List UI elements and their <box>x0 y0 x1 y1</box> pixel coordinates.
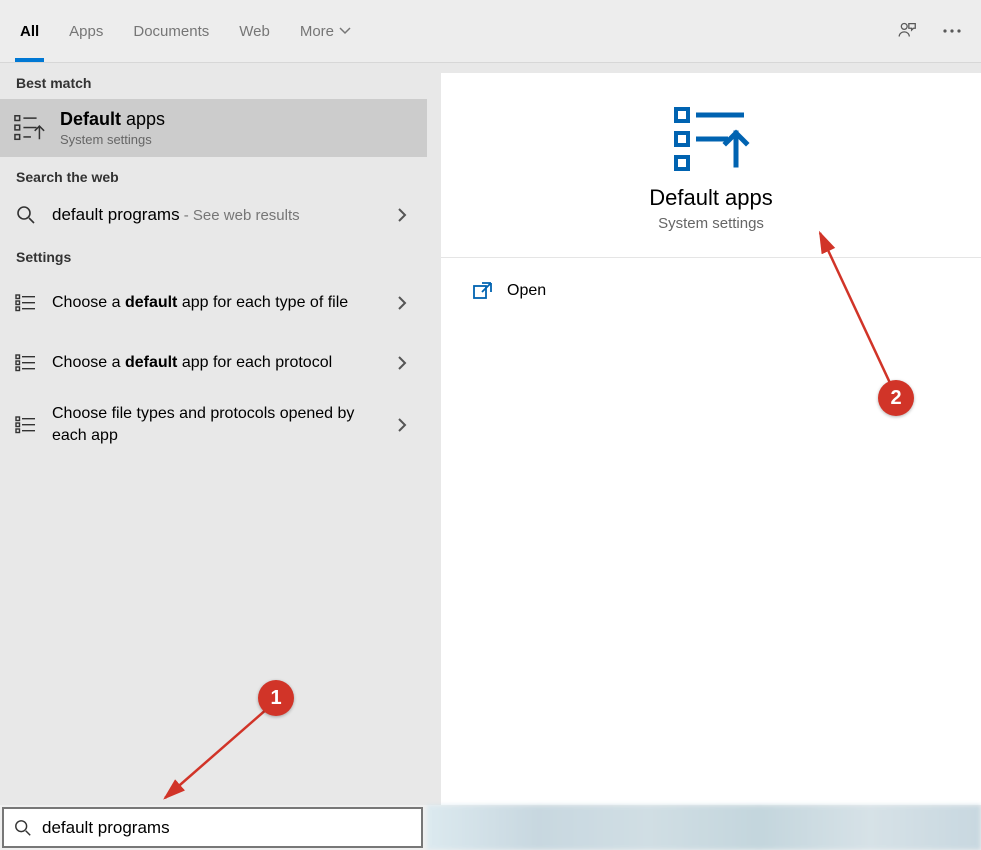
search-box[interactable] <box>2 807 423 848</box>
result-web-default-programs[interactable]: default programs - See web results <box>0 193 427 237</box>
result-title: Default apps <box>60 109 411 130</box>
tab-more[interactable]: More <box>300 0 351 62</box>
feedback-icon[interactable] <box>896 20 918 42</box>
chevron-right-icon <box>393 417 411 433</box>
taskbar <box>427 805 981 850</box>
tab-apps[interactable]: Apps <box>69 0 103 62</box>
settings-list-icon <box>14 351 38 375</box>
tab-web[interactable]: Web <box>239 0 270 62</box>
default-apps-large-icon <box>672 103 750 171</box>
tab-more-label: More <box>300 23 334 40</box>
search-icon <box>14 203 38 227</box>
annotation-marker-2: 2 <box>878 380 914 416</box>
preview-title: Default apps <box>649 185 773 211</box>
settings-list-icon <box>14 413 38 437</box>
settings-list-icon <box>14 291 38 315</box>
search-icon <box>14 819 32 837</box>
section-settings: Settings <box>0 237 427 273</box>
search-input[interactable] <box>42 818 411 838</box>
setting-title: Choose file types and protocols opened b… <box>52 403 379 447</box>
result-default-per-protocol[interactable]: Choose a default app for each protocol <box>0 333 427 393</box>
preview-pane-container: Default apps System settings Open <box>427 63 981 805</box>
caret-down-icon <box>339 27 351 35</box>
open-icon <box>473 282 493 300</box>
annotation-marker-1: 1 <box>258 680 294 716</box>
result-subtitle: System settings <box>60 132 411 147</box>
preview-subtitle: System settings <box>658 215 764 232</box>
result-default-apps[interactable]: Default apps System settings <box>0 99 427 157</box>
result-filetypes-by-app[interactable]: Choose file types and protocols opened b… <box>0 393 427 457</box>
search-results-list: Best match Default apps System settings … <box>0 63 427 805</box>
preview-pane: Default apps System settings Open <box>441 73 981 805</box>
action-open[interactable]: Open <box>441 268 981 314</box>
search-filter-tabs: All Apps Documents Web More <box>0 0 981 63</box>
chevron-right-icon <box>393 355 411 371</box>
setting-title: Choose a default app for each type of fi… <box>52 292 379 314</box>
chevron-right-icon <box>393 207 411 223</box>
more-options-icon[interactable] <box>943 28 961 34</box>
default-apps-icon <box>14 112 46 144</box>
chevron-right-icon <box>393 295 411 311</box>
web-result-title: default programs - See web results <box>52 205 379 225</box>
action-open-label: Open <box>507 282 546 300</box>
tab-all[interactable]: All <box>20 0 39 62</box>
section-search-web: Search the web <box>0 157 427 193</box>
section-best-match: Best match <box>0 63 427 99</box>
setting-title: Choose a default app for each protocol <box>52 352 379 374</box>
result-default-per-filetype[interactable]: Choose a default app for each type of fi… <box>0 273 427 333</box>
tab-documents[interactable]: Documents <box>133 0 209 62</box>
